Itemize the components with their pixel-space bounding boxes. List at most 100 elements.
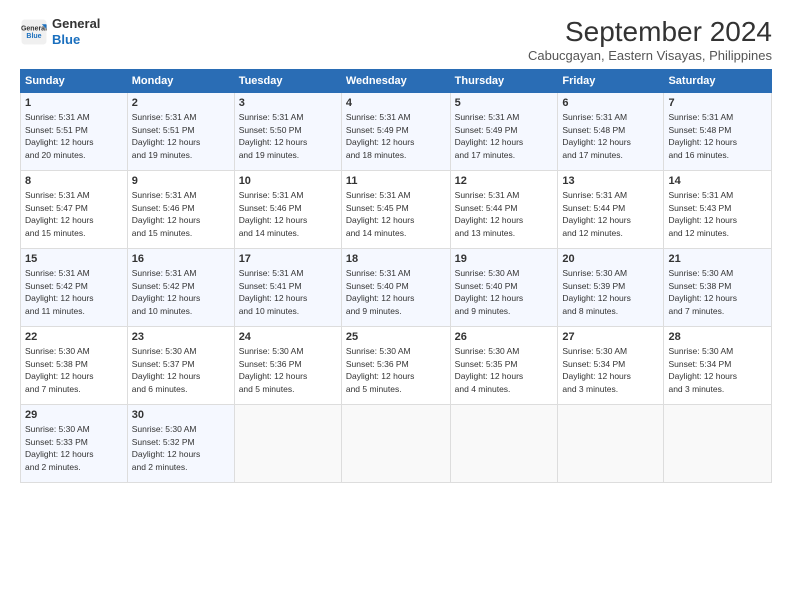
day-info: Sunrise: 5:31 AM Sunset: 5:43 PM Dayligh…	[668, 190, 737, 238]
table-row: 14Sunrise: 5:31 AM Sunset: 5:43 PM Dayli…	[664, 171, 772, 249]
day-info: Sunrise: 5:31 AM Sunset: 5:45 PM Dayligh…	[346, 190, 415, 238]
day-info: Sunrise: 5:30 AM Sunset: 5:34 PM Dayligh…	[668, 346, 737, 394]
day-info: Sunrise: 5:30 AM Sunset: 5:33 PM Dayligh…	[25, 424, 94, 472]
day-number: 23	[132, 330, 230, 345]
day-number: 19	[455, 252, 554, 267]
day-number: 29	[25, 408, 123, 423]
table-row: 16Sunrise: 5:31 AM Sunset: 5:42 PM Dayli…	[127, 249, 234, 327]
table-row	[341, 405, 450, 483]
table-row: 26Sunrise: 5:30 AM Sunset: 5:35 PM Dayli…	[450, 327, 558, 405]
table-row: 19Sunrise: 5:30 AM Sunset: 5:40 PM Dayli…	[450, 249, 558, 327]
table-row: 24Sunrise: 5:30 AM Sunset: 5:36 PM Dayli…	[234, 327, 341, 405]
table-row: 23Sunrise: 5:30 AM Sunset: 5:37 PM Dayli…	[127, 327, 234, 405]
table-row: 21Sunrise: 5:30 AM Sunset: 5:38 PM Dayli…	[664, 249, 772, 327]
day-info: Sunrise: 5:31 AM Sunset: 5:42 PM Dayligh…	[132, 268, 201, 316]
calendar-body: 1Sunrise: 5:31 AM Sunset: 5:51 PM Daylig…	[21, 93, 772, 483]
day-info: Sunrise: 5:31 AM Sunset: 5:51 PM Dayligh…	[132, 112, 201, 160]
header-friday: Friday	[558, 70, 664, 93]
day-number: 2	[132, 96, 230, 111]
table-row: 2Sunrise: 5:31 AM Sunset: 5:51 PM Daylig…	[127, 93, 234, 171]
table-row: 15Sunrise: 5:31 AM Sunset: 5:42 PM Dayli…	[21, 249, 128, 327]
table-row: 18Sunrise: 5:31 AM Sunset: 5:40 PM Dayli…	[341, 249, 450, 327]
day-info: Sunrise: 5:30 AM Sunset: 5:35 PM Dayligh…	[455, 346, 524, 394]
day-number: 5	[455, 96, 554, 111]
header-tuesday: Tuesday	[234, 70, 341, 93]
day-info: Sunrise: 5:31 AM Sunset: 5:40 PM Dayligh…	[346, 268, 415, 316]
table-row: 7Sunrise: 5:31 AM Sunset: 5:48 PM Daylig…	[664, 93, 772, 171]
day-number: 8	[25, 174, 123, 189]
day-info: Sunrise: 5:31 AM Sunset: 5:42 PM Dayligh…	[25, 268, 94, 316]
table-row: 3Sunrise: 5:31 AM Sunset: 5:50 PM Daylig…	[234, 93, 341, 171]
table-row	[558, 405, 664, 483]
day-number: 3	[239, 96, 337, 111]
day-number: 15	[25, 252, 123, 267]
day-info: Sunrise: 5:31 AM Sunset: 5:44 PM Dayligh…	[455, 190, 524, 238]
day-info: Sunrise: 5:30 AM Sunset: 5:36 PM Dayligh…	[239, 346, 308, 394]
day-number: 24	[239, 330, 337, 345]
title-block: September 2024 Cabucgayan, Eastern Visay…	[528, 16, 772, 63]
day-number: 6	[562, 96, 659, 111]
month-title: September 2024	[528, 16, 772, 48]
logo-icon: General Blue	[20, 18, 48, 46]
table-row: 13Sunrise: 5:31 AM Sunset: 5:44 PM Dayli…	[558, 171, 664, 249]
table-row: 27Sunrise: 5:30 AM Sunset: 5:34 PM Dayli…	[558, 327, 664, 405]
day-number: 17	[239, 252, 337, 267]
day-info: Sunrise: 5:30 AM Sunset: 5:32 PM Dayligh…	[132, 424, 201, 472]
day-number: 22	[25, 330, 123, 345]
table-row: 11Sunrise: 5:31 AM Sunset: 5:45 PM Dayli…	[341, 171, 450, 249]
day-number: 16	[132, 252, 230, 267]
day-info: Sunrise: 5:31 AM Sunset: 5:46 PM Dayligh…	[132, 190, 201, 238]
table-row: 4Sunrise: 5:31 AM Sunset: 5:49 PM Daylig…	[341, 93, 450, 171]
day-number: 14	[668, 174, 767, 189]
day-info: Sunrise: 5:31 AM Sunset: 5:49 PM Dayligh…	[455, 112, 524, 160]
day-info: Sunrise: 5:31 AM Sunset: 5:44 PM Dayligh…	[562, 190, 631, 238]
day-number: 25	[346, 330, 446, 345]
table-row: 1Sunrise: 5:31 AM Sunset: 5:51 PM Daylig…	[21, 93, 128, 171]
logo: General Blue General Blue	[20, 16, 100, 47]
day-number: 13	[562, 174, 659, 189]
logo-text-line1: General	[52, 16, 100, 32]
day-number: 26	[455, 330, 554, 345]
header-thursday: Thursday	[450, 70, 558, 93]
day-info: Sunrise: 5:31 AM Sunset: 5:51 PM Dayligh…	[25, 112, 94, 160]
page-header: General Blue General Blue September 2024…	[20, 16, 772, 63]
table-row: 5Sunrise: 5:31 AM Sunset: 5:49 PM Daylig…	[450, 93, 558, 171]
day-number: 20	[562, 252, 659, 267]
calendar-table: Sunday Monday Tuesday Wednesday Thursday…	[20, 69, 772, 483]
day-number: 1	[25, 96, 123, 111]
day-info: Sunrise: 5:30 AM Sunset: 5:39 PM Dayligh…	[562, 268, 631, 316]
day-number: 21	[668, 252, 767, 267]
day-info: Sunrise: 5:31 AM Sunset: 5:50 PM Dayligh…	[239, 112, 308, 160]
day-info: Sunrise: 5:31 AM Sunset: 5:49 PM Dayligh…	[346, 112, 415, 160]
svg-text:General: General	[21, 25, 47, 32]
day-info: Sunrise: 5:31 AM Sunset: 5:47 PM Dayligh…	[25, 190, 94, 238]
table-row: 8Sunrise: 5:31 AM Sunset: 5:47 PM Daylig…	[21, 171, 128, 249]
header-sunday: Sunday	[21, 70, 128, 93]
table-row: 30Sunrise: 5:30 AM Sunset: 5:32 PM Dayli…	[127, 405, 234, 483]
day-number: 10	[239, 174, 337, 189]
header-wednesday: Wednesday	[341, 70, 450, 93]
day-number: 12	[455, 174, 554, 189]
day-info: Sunrise: 5:30 AM Sunset: 5:38 PM Dayligh…	[25, 346, 94, 394]
day-number: 4	[346, 96, 446, 111]
day-number: 30	[132, 408, 230, 423]
table-row: 10Sunrise: 5:31 AM Sunset: 5:46 PM Dayli…	[234, 171, 341, 249]
table-row: 17Sunrise: 5:31 AM Sunset: 5:41 PM Dayli…	[234, 249, 341, 327]
day-number: 18	[346, 252, 446, 267]
header-saturday: Saturday	[664, 70, 772, 93]
table-row: 22Sunrise: 5:30 AM Sunset: 5:38 PM Dayli…	[21, 327, 128, 405]
table-row: 25Sunrise: 5:30 AM Sunset: 5:36 PM Dayli…	[341, 327, 450, 405]
day-info: Sunrise: 5:30 AM Sunset: 5:36 PM Dayligh…	[346, 346, 415, 394]
table-row: 6Sunrise: 5:31 AM Sunset: 5:48 PM Daylig…	[558, 93, 664, 171]
table-row	[664, 405, 772, 483]
table-row	[450, 405, 558, 483]
day-info: Sunrise: 5:31 AM Sunset: 5:41 PM Dayligh…	[239, 268, 308, 316]
logo-text-line2: Blue	[52, 32, 100, 48]
location-subtitle: Cabucgayan, Eastern Visayas, Philippines	[528, 48, 772, 63]
table-row: 20Sunrise: 5:30 AM Sunset: 5:39 PM Dayli…	[558, 249, 664, 327]
calendar-header: Sunday Monday Tuesday Wednesday Thursday…	[21, 70, 772, 93]
day-number: 7	[668, 96, 767, 111]
day-number: 28	[668, 330, 767, 345]
day-info: Sunrise: 5:30 AM Sunset: 5:38 PM Dayligh…	[668, 268, 737, 316]
day-number: 27	[562, 330, 659, 345]
